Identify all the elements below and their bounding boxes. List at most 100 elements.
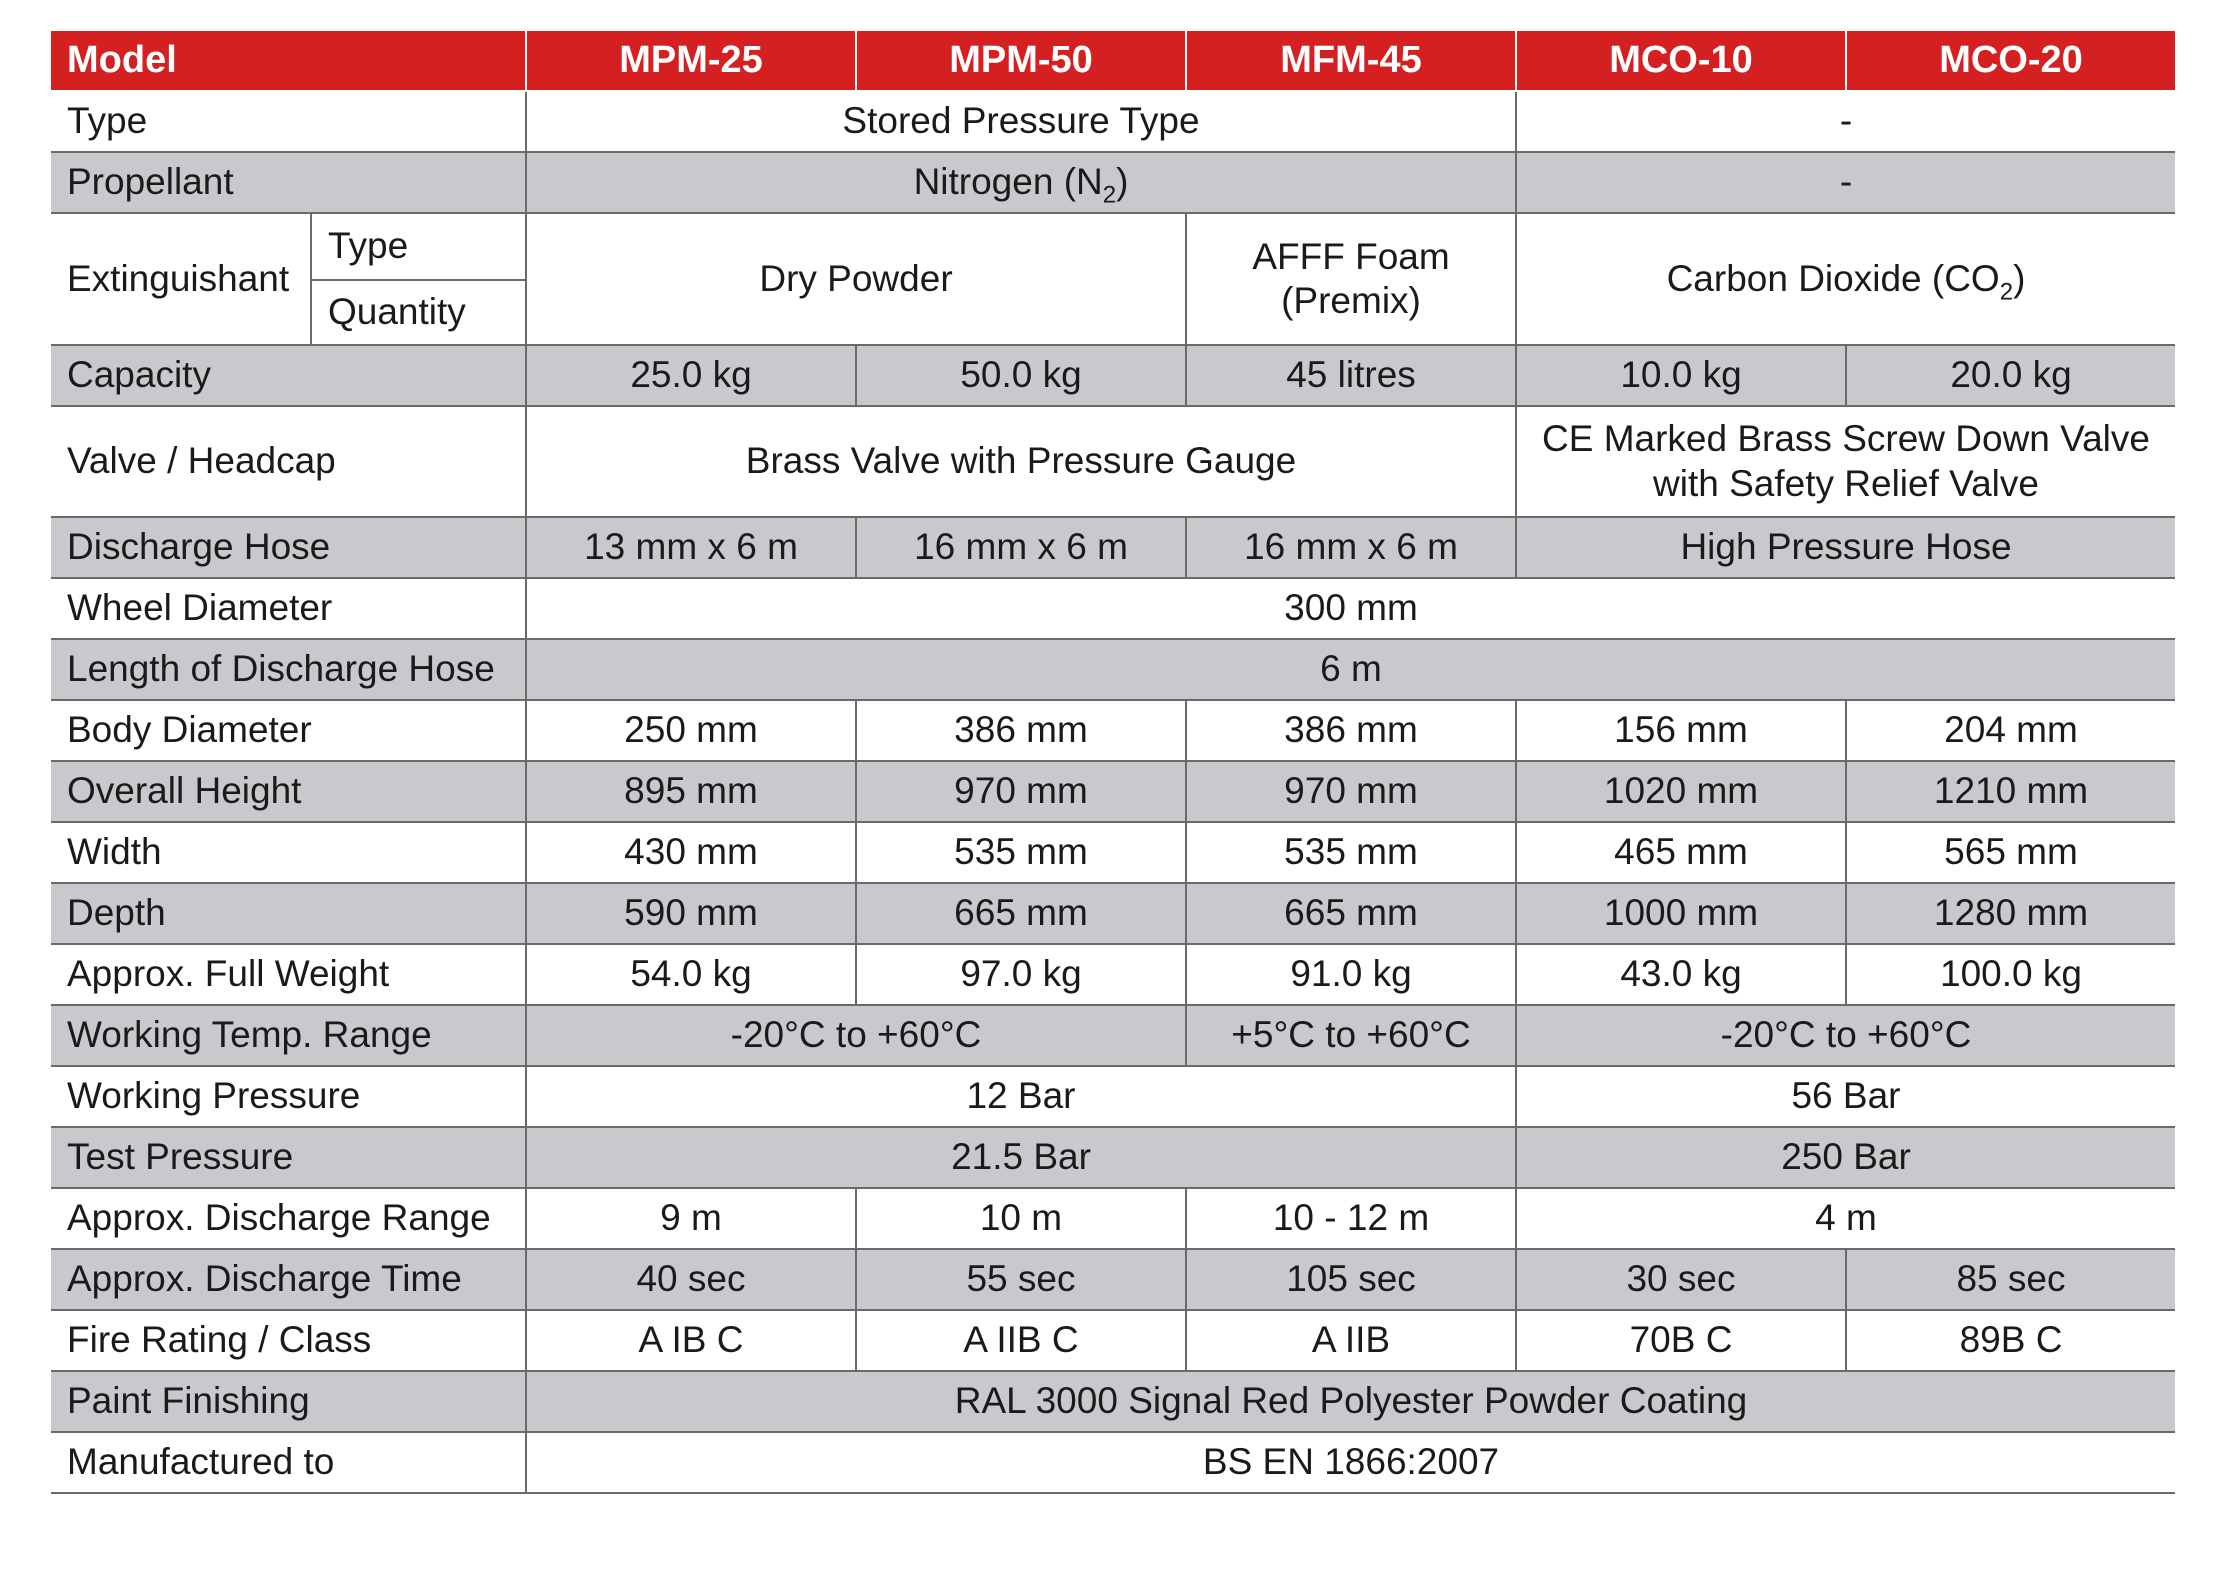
cell: +5°C to +60°C [1185, 1004, 1517, 1067]
row-label: Working Temp. Range [51, 1004, 527, 1067]
row-label: Approx. Full Weight [51, 943, 527, 1006]
cell: 204 mm [1845, 699, 2175, 762]
cell: 970 mm [855, 760, 1187, 823]
row-discharge-hose: Discharge Hose 13 mm x 6 m 16 mm x 6 m 1… [51, 516, 2175, 579]
row-label: Depth [51, 882, 527, 945]
cell-line: (Premix) [1281, 280, 1421, 321]
cell: 665 mm [855, 882, 1187, 945]
row-label: Approx. Discharge Time [51, 1248, 527, 1311]
row-body-diameter: Body Diameter 250 mm 386 mm 386 mm 156 m… [51, 699, 2175, 762]
row-overall-height: Overall Height 895 mm 970 mm 970 mm 1020… [51, 760, 2175, 823]
cell: RAL 3000 Signal Red Polyester Powder Coa… [525, 1370, 2175, 1433]
cell-text: Carbon Dioxide (CO [1666, 257, 2000, 299]
cell: 250 Bar [1515, 1126, 2175, 1189]
cell: 535 mm [1185, 821, 1517, 884]
cell: 1280 mm [1845, 882, 2175, 945]
cell: 16 mm x 6 m [855, 516, 1187, 579]
cell: -20°C to +60°C [1515, 1004, 2175, 1067]
header-col-5: MCO-20 [1845, 31, 2175, 92]
cell: Carbon Dioxide (CO2) [1515, 212, 2175, 346]
row-label: Discharge Hose [51, 516, 527, 579]
cell: 590 mm [525, 882, 857, 945]
row-paint-finishing: Paint Finishing RAL 3000 Signal Red Poly… [51, 1370, 2175, 1433]
cell: 30 sec [1515, 1248, 1847, 1311]
cell: Nitrogen (N2) [525, 151, 1517, 214]
cell: - [1515, 151, 2175, 214]
row-fire-rating: Fire Rating / Class A IB C A IIB C A IIB… [51, 1309, 2175, 1372]
cell: BS EN 1866:2007 [525, 1431, 2175, 1494]
cell: 91.0 kg [1185, 943, 1517, 1006]
header-col-2: MPM-50 [855, 31, 1187, 92]
row-discharge-time: Approx. Discharge Time 40 sec 55 sec 105… [51, 1248, 2175, 1311]
subscript: 2 [1999, 278, 2014, 306]
cell: 665 mm [1185, 882, 1517, 945]
header-row: Model MPM-25 MPM-50 MFM-45 MCO-10 MCO-20 [51, 31, 2175, 92]
row-label: Working Pressure [51, 1065, 527, 1128]
cell: 535 mm [855, 821, 1187, 884]
header-model: Model [51, 31, 527, 92]
cell: 156 mm [1515, 699, 1847, 762]
row-working-pressure: Working Pressure 12 Bar 56 Bar [51, 1065, 2175, 1128]
cell: 16 mm x 6 m [1185, 516, 1517, 579]
cell: - [1515, 90, 2175, 153]
cell-text: ) [2013, 257, 2026, 299]
sub-label-quantity: Quantity [311, 279, 526, 346]
row-valve: Valve / Headcap Brass Valve with Pressur… [51, 405, 2175, 518]
cell: 10.0 kg [1515, 344, 1847, 407]
cell: 430 mm [525, 821, 857, 884]
cell: 465 mm [1515, 821, 1847, 884]
cell: 97.0 kg [855, 943, 1187, 1006]
cell: 50.0 kg [855, 344, 1187, 407]
cell: 9 m [525, 1187, 857, 1250]
row-label: Test Pressure [51, 1126, 527, 1189]
row-hose-length: Length of Discharge Hose 6 m [51, 638, 2175, 701]
cell: AFFF Foam (Premix) [1185, 212, 1517, 346]
cell: Stored Pressure Type [525, 90, 1517, 153]
cell: A IIB C [855, 1309, 1187, 1372]
cell: 40 sec [525, 1248, 857, 1311]
row-capacity: Capacity 25.0 kg 50.0 kg 45 litres 10.0 … [51, 344, 2175, 407]
row-label: Extinguishant [51, 212, 312, 346]
subscript: 2 [1102, 181, 1117, 209]
cell: 1210 mm [1845, 760, 2175, 823]
cell: 20.0 kg [1845, 344, 2175, 407]
cell: 21.5 Bar [525, 1126, 1517, 1189]
cell: 386 mm [855, 699, 1187, 762]
row-label: Width [51, 821, 527, 884]
cell: 25.0 kg [525, 344, 857, 407]
row-label: Overall Height [51, 760, 527, 823]
row-label: Type [51, 90, 527, 153]
row-label: Approx. Discharge Range [51, 1187, 527, 1250]
row-label: Capacity [51, 344, 527, 407]
cell: -20°C to +60°C [525, 1004, 1187, 1067]
header-col-1: MPM-25 [525, 31, 857, 92]
row-propellant: Propellant Nitrogen (N2) - [51, 151, 2175, 214]
row-test-pressure: Test Pressure 21.5 Bar 250 Bar [51, 1126, 2175, 1189]
header-col-4: MCO-10 [1515, 31, 1847, 92]
row-wheel-diameter: Wheel Diameter 300 mm [51, 577, 2175, 640]
cell: 43.0 kg [1515, 943, 1847, 1006]
row-type: Type Stored Pressure Type - [51, 90, 2175, 153]
cell: 12 Bar [525, 1065, 1517, 1128]
cell: 100.0 kg [1845, 943, 2175, 1006]
cell: 4 m [1515, 1187, 2175, 1250]
row-extinguishant-type: Extinguishant Type Dry Powder AFFF Foam(… [51, 211, 2175, 346]
row-manufactured-to: Manufactured to BS EN 1866:2007 [51, 1431, 2175, 1494]
cell: A IB C [525, 1309, 857, 1372]
row-working-temp: Working Temp. Range -20°C to +60°C +5°C … [51, 1004, 2175, 1067]
cell: 55 sec [855, 1248, 1187, 1311]
cell-line: CE Marked Brass Screw Down Valve [1542, 418, 2150, 460]
spec-sheet: Model MPM-25 MPM-50 MFM-45 MCO-10 MCO-20… [51, 31, 2175, 1494]
cell: 10 m [855, 1187, 1187, 1250]
cell: 300 mm [525, 577, 2175, 640]
spec-table: Model MPM-25 MPM-50 MFM-45 MCO-10 MCO-20… [51, 31, 2175, 1494]
row-depth: Depth 590 mm 665 mm 665 mm 1000 mm 1280 … [51, 882, 2175, 945]
row-label: Fire Rating / Class [51, 1309, 527, 1372]
cell: 970 mm [1185, 760, 1517, 823]
cell: 1000 mm [1515, 882, 1847, 945]
cell: Dry Powder [525, 212, 1187, 346]
cell: 386 mm [1185, 699, 1517, 762]
cell: 89B C [1845, 1309, 2175, 1372]
cell: 10 - 12 m [1185, 1187, 1517, 1250]
row-label: Valve / Headcap [51, 405, 527, 518]
